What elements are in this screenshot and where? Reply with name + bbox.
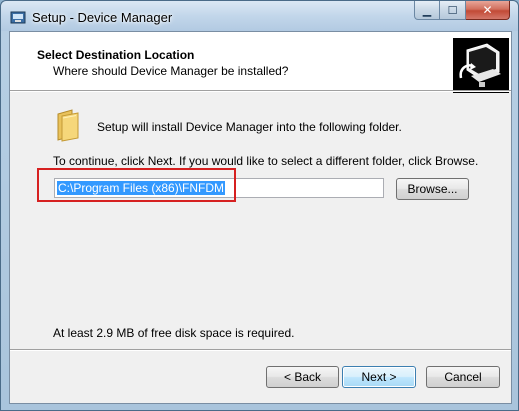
back-button[interactable]: < Back: [266, 366, 339, 388]
close-icon: ✕: [482, 3, 493, 17]
destination-path-field[interactable]: C:\Program Files (x86)\FNFDM: [54, 178, 384, 198]
continue-instructions: To continue, click Next. If you would li…: [53, 154, 479, 168]
maximize-button[interactable]: ☐: [440, 1, 466, 20]
title-bar[interactable]: Setup - Device Manager ▁ ☐ ✕: [1, 1, 518, 31]
install-description: Setup will install Device Manager into t…: [97, 120, 402, 134]
setup-window: Setup - Device Manager ▁ ☐ ✕ Select Dest…: [0, 0, 519, 411]
footer-divider: [10, 349, 511, 351]
page-subtitle: Where should Device Manager be installed…: [53, 64, 289, 78]
page-title: Select Destination Location: [37, 48, 195, 62]
browse-button[interactable]: Browse...: [396, 178, 469, 200]
next-button[interactable]: Next >: [342, 366, 416, 388]
installer-computer-icon: [453, 38, 509, 93]
wizard-client-area: Select Destination Location Where should…: [9, 31, 512, 404]
minimize-button[interactable]: ▁: [414, 1, 440, 20]
disk-space-notice: At least 2.9 MB of free disk space is re…: [53, 326, 295, 340]
close-button[interactable]: ✕: [466, 1, 510, 20]
window-title: Setup - Device Manager: [32, 10, 173, 25]
setup-app-icon: [10, 11, 26, 24]
minimize-icon: ▁: [422, 4, 432, 17]
wizard-header: Select Destination Location Where should…: [10, 32, 511, 93]
cancel-button[interactable]: Cancel: [426, 366, 500, 388]
header-divider: [10, 90, 511, 92]
destination-path-value: C:\Program Files (x86)\FNFDM: [57, 181, 226, 195]
maximize-icon: ☐: [447, 4, 458, 17]
caption-buttons: ▁ ☐ ✕: [414, 1, 510, 21]
folder-icon: [57, 109, 79, 142]
